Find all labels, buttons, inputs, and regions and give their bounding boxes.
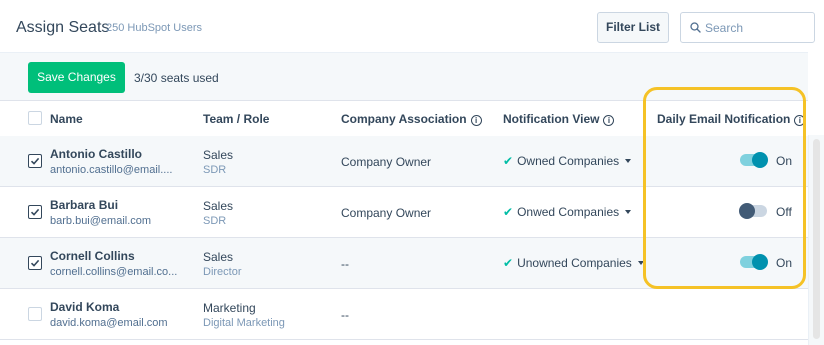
caret-down-icon [625,159,632,163]
info-icon[interactable]: i [794,115,806,126]
user-email: antonio.castillo@email.... [50,164,173,176]
save-changes-button[interactable]: Save Changes [28,62,125,93]
page-header: Assign Seats 250 HubSpot Users Filter Li… [0,0,824,52]
info-icon[interactable]: i [603,115,615,126]
checkmark-icon [30,259,40,267]
toggle-knob [752,152,768,168]
table-row[interactable]: David Koma david.koma@email.com Marketin… [0,289,808,340]
column-label: Notification View [503,112,600,126]
search-icon [690,22,701,33]
user-team: Marketing [203,301,256,315]
company-association: -- [341,308,349,322]
column-name[interactable]: Name [50,112,83,126]
row-checkbox[interactable] [28,256,42,270]
checkmark-icon [30,208,40,216]
toggle-knob [739,203,755,219]
table-row[interactable]: Antonio Castillo antonio.castillo@email.… [0,136,808,187]
toggle-state-label: On [776,256,793,270]
user-role: Director [203,266,242,278]
check-icon: ✔ [503,256,514,270]
user-role: Digital Marketing [203,317,285,329]
table-row[interactable]: Barbara Bui barb.bui@email.com Sales SDR… [0,187,808,238]
table-row[interactable]: Cornell Collins cornell.collins@email.co… [0,238,808,289]
user-role: SDR [203,164,227,176]
company-association: -- [341,257,349,271]
caret-down-icon [637,261,644,265]
user-name: Cornell Collins [50,249,135,263]
page-title: Assign Seats [16,19,110,36]
user-email: david.koma@email.com [50,317,168,329]
info-icon[interactable]: i [470,115,482,126]
column-notification-view[interactable]: Notification View i [503,112,615,126]
column-label: Daily Email Notification [657,112,791,126]
toggle-state-label: On [776,154,793,168]
column-label: Company Association [341,112,467,126]
notification-view-value: Unowned Companies [517,256,632,270]
user-name: Barbara Bui [50,198,119,212]
user-count: 250 HubSpot Users [106,22,202,34]
vertical-scrollbar[interactable] [808,135,824,345]
daily-email-toggle[interactable] [740,254,768,270]
select-all-checkbox[interactable] [28,111,42,125]
company-association: Company Owner [341,155,432,169]
user-email: barb.bui@email.com [50,215,152,227]
seats-used-text: 3/30 seats used [134,71,219,85]
notification-view-value: Onwed Companies [517,205,620,219]
check-icon: ✔ [503,205,514,219]
row-checkbox[interactable] [28,154,42,168]
notification-view-dropdown[interactable]: ✔ Unowned Companies [503,256,644,270]
notification-view-dropdown[interactable]: ✔ Owned Companies [503,154,632,168]
caret-down-icon [625,210,632,214]
check-icon: ✔ [503,154,514,168]
checkmark-icon [30,157,40,165]
notification-view-value: Owned Companies [517,154,620,168]
table-header: Name Team / Role Company Association i No… [0,100,808,137]
daily-email-toggle[interactable] [740,152,768,168]
notification-view-dropdown[interactable]: ✔ Onwed Companies [503,205,632,219]
user-role: SDR [203,215,227,227]
user-team: Sales [203,199,234,213]
toolbar: Save Changes 3/30 seats used [0,52,808,101]
toggle-state-label: Off [776,205,792,219]
column-daily-email-notification[interactable]: Daily Email Notification i [657,112,806,126]
column-team-role[interactable]: Team / Role [203,112,269,126]
daily-email-toggle[interactable] [739,203,767,219]
user-team: Sales [203,250,234,264]
company-association: Company Owner [341,206,432,220]
search-input[interactable] [705,19,809,37]
user-team: Sales [203,148,234,162]
search-box[interactable] [680,12,815,43]
scrollbar-thumb[interactable] [813,139,820,339]
row-checkbox[interactable] [28,205,42,219]
user-name: Antonio Castillo [50,147,142,161]
filter-list-button[interactable]: Filter List [597,12,669,43]
user-name: David Koma [50,300,120,314]
user-email: cornell.collins@email.co... [50,266,178,278]
row-checkbox[interactable] [28,307,42,321]
column-company-association[interactable]: Company Association i [341,112,482,126]
toggle-knob [752,254,768,270]
